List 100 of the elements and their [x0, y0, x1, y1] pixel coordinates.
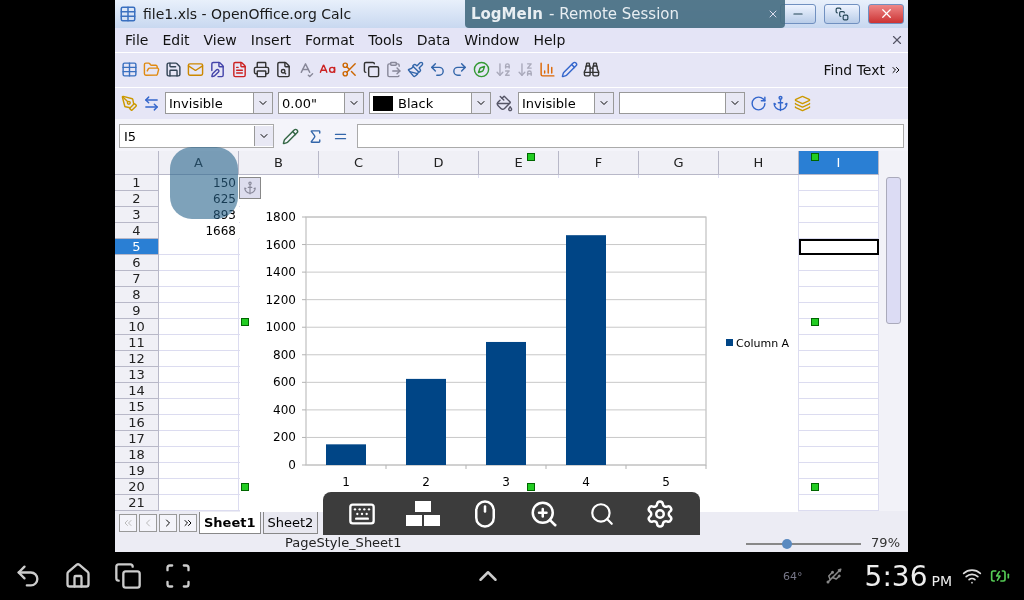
screenshot-icon[interactable]: [164, 562, 192, 590]
menu-item[interactable]: Tools: [362, 31, 409, 48]
row-header[interactable]: 16: [115, 415, 159, 432]
rotate-icon[interactable]: [750, 94, 767, 112]
redo-icon[interactable]: [451, 61, 468, 79]
row-header[interactable]: 7: [115, 271, 159, 288]
axis-label: 1800: [265, 210, 296, 225]
axis-label: 400: [273, 403, 296, 418]
line-width-field[interactable]: 0.00": [278, 92, 364, 115]
new-table-icon[interactable]: [121, 61, 138, 79]
row-header[interactable]: 18: [115, 447, 159, 464]
paint-bucket-icon[interactable]: [496, 94, 513, 112]
chart-icon[interactable]: [539, 61, 556, 79]
menu-item[interactable]: Format: [298, 31, 361, 48]
page-preview-icon[interactable]: [275, 61, 292, 79]
restore-button[interactable]: [824, 3, 860, 24]
selection-handle[interactable]: [527, 153, 535, 162]
row-header[interactable]: 19: [115, 463, 159, 480]
clock-time: 5:36: [864, 559, 928, 593]
zoom-slider-thumb[interactable]: [782, 539, 793, 550]
paste-icon[interactable]: [385, 61, 402, 79]
row-header[interactable]: 17: [115, 431, 159, 448]
row-header[interactable]: 6: [115, 255, 159, 272]
column-header[interactable]: C: [319, 151, 399, 176]
selection-handle[interactable]: [811, 153, 819, 162]
anchor-icon[interactable]: [772, 94, 789, 112]
selection-handle[interactable]: [811, 483, 819, 492]
row-header[interactable]: 9: [115, 303, 159, 320]
selection-handle[interactable]: [241, 483, 249, 492]
undo-icon[interactable]: [429, 61, 446, 79]
mail-icon[interactable]: [187, 61, 204, 79]
navigator-icon[interactable]: [473, 61, 490, 79]
scrollbar-thumb[interactable]: [886, 177, 901, 325]
copy-icon[interactable]: [363, 61, 380, 79]
column-header[interactable]: F: [559, 151, 639, 176]
paintbrush-icon[interactable]: [407, 61, 424, 79]
column-header[interactable]: D: [399, 151, 479, 176]
wifi-icon: [962, 566, 982, 586]
axis-label: 4: [582, 475, 590, 490]
banner-brand: LogMeIn: [471, 5, 543, 23]
menu-item[interactable]: Insert: [244, 31, 297, 48]
chart-area[interactable]: 0 200 400 600 800 1000 1200 1400 1600 1800 1 2 3 4 5 Column A: [240, 178, 798, 513]
column-header[interactable]: I: [799, 151, 879, 176]
menu-item[interactable]: Data: [410, 31, 457, 48]
row-header[interactable]: 15: [115, 399, 159, 416]
menu-item[interactable]: Help: [527, 31, 572, 48]
line-color-select[interactable]: Black: [369, 92, 491, 115]
area-fill-select[interactable]: [619, 92, 745, 115]
home-icon[interactable]: [64, 562, 92, 590]
selection-handle[interactable]: [527, 483, 535, 492]
row-header[interactable]: 2: [115, 191, 159, 208]
formula-input[interactable]: [357, 124, 904, 149]
row-header[interactable]: 3: [115, 207, 159, 224]
edit-file-icon[interactable]: [209, 61, 226, 79]
row-header[interactable]: 20: [115, 479, 159, 496]
axis-label: 5: [662, 475, 670, 490]
recent-apps-icon[interactable]: [114, 562, 142, 590]
column-header[interactable]: B: [239, 151, 319, 176]
selection-handle[interactable]: [241, 318, 249, 327]
axis-label: 2: [422, 475, 430, 490]
arrow-style-icon[interactable]: [143, 94, 160, 112]
row-header[interactable]: 11: [115, 335, 159, 352]
axis-label: 1: [342, 475, 350, 490]
menu-item[interactable]: File: [119, 31, 155, 48]
sheet-tab[interactable]: Sheet2: [262, 512, 319, 535]
restore-icon[interactable]: [835, 6, 849, 21]
settings-icon[interactable]: [645, 498, 676, 529]
sheet-tab[interactable]: Sheet1: [199, 512, 261, 535]
name-box[interactable]: I5: [119, 124, 274, 149]
find-icon[interactable]: [583, 61, 600, 79]
pencil-icon[interactable]: [561, 61, 578, 79]
cut-icon[interactable]: [341, 61, 358, 79]
menu-item[interactable]: View: [197, 31, 243, 48]
row-header[interactable]: 12: [115, 351, 159, 368]
row-header[interactable]: 14: [115, 383, 159, 400]
line-style-select[interactable]: Invisible: [165, 92, 273, 115]
printer-icon[interactable]: [253, 61, 270, 79]
row-header[interactable]: 8: [115, 287, 159, 304]
area-style-select[interactable]: Invisible: [518, 92, 614, 115]
page-style-label: PageStyle_Sheet1: [285, 535, 402, 551]
row-header[interactable]: 10: [115, 319, 159, 336]
menu-item[interactable]: Window: [458, 31, 526, 48]
row-header[interactable]: 21: [115, 495, 159, 512]
axis-label: 1600: [265, 237, 296, 252]
close-icon[interactable]: [767, 8, 779, 20]
close-button[interactable]: [868, 3, 904, 24]
column-header[interactable]: E: [479, 151, 559, 176]
find-text-label[interactable]: Find Text: [823, 61, 885, 78]
menu-item[interactable]: Edit: [156, 31, 196, 48]
row-header[interactable]: 5: [115, 239, 159, 256]
row-header[interactable]: 4: [115, 223, 159, 240]
column-header[interactable]: H: [719, 151, 799, 176]
table-cell: 1668: [159, 223, 239, 240]
row-header[interactable]: 1: [115, 175, 159, 192]
active-cell[interactable]: [799, 239, 879, 256]
blocks-icon[interactable]: [405, 500, 440, 527]
save-icon[interactable]: [165, 61, 182, 79]
selection-handle[interactable]: [811, 318, 819, 327]
row-header[interactable]: 13: [115, 367, 159, 384]
column-header[interactable]: G: [639, 151, 719, 176]
